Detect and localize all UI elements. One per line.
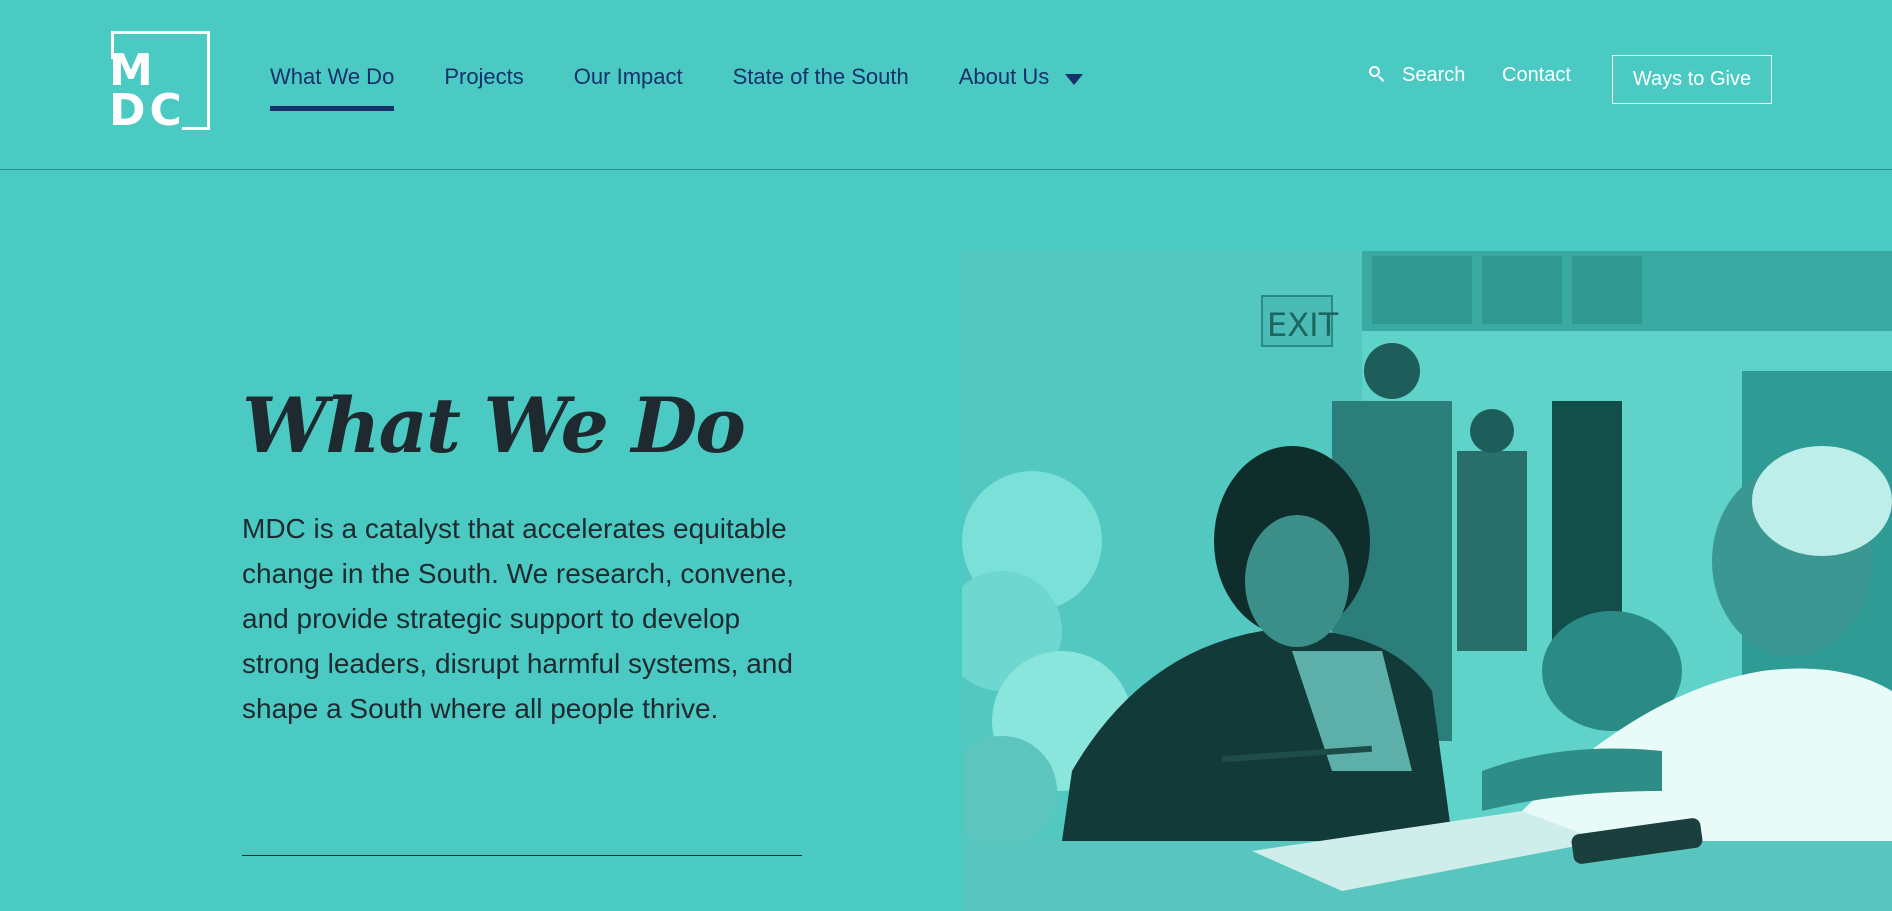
logo-text-line2: DC	[109, 85, 186, 136]
nav-item-label: What We Do	[270, 64, 395, 89]
ways-to-give-label: Ways to Give	[1632, 68, 1752, 90]
exit-sign-text: EXIT	[1267, 306, 1339, 344]
hero-photo: EXIT	[962, 251, 1892, 911]
chevron-down-icon[interactable]	[1065, 74, 1084, 85]
nav-item-state-of-the-south[interactable]: State of the South	[733, 64, 909, 114]
nav-item-about-us[interactable]: About Us	[959, 64, 1084, 114]
section-divider	[242, 855, 802, 856]
search-icon	[1368, 65, 1388, 86]
search-label: Search	[1402, 64, 1466, 86]
contact-link[interactable]: Contact	[1502, 64, 1571, 87]
page-title: What We Do	[242, 381, 746, 470]
nav-item-our-impact[interactable]: Our Impact	[574, 64, 683, 114]
search-link[interactable]: Search	[1368, 64, 1465, 87]
nav-item-label: State of the South	[732, 64, 909, 89]
ways-to-give-button[interactable]: Ways to Give	[1612, 55, 1772, 104]
contact-label: Contact	[1502, 64, 1571, 86]
mdc-logo[interactable]: M DC	[109, 31, 210, 136]
main-nav: What We Do Projects Our Impact State of …	[270, 64, 1133, 114]
nav-item-label: About Us	[958, 64, 1050, 89]
nav-item-what-we-do[interactable]: What We Do	[270, 64, 395, 114]
hero-photo-illustration: EXIT	[962, 251, 1892, 911]
nav-item-label: Projects	[444, 64, 524, 89]
nav-item-projects[interactable]: Projects	[444, 64, 523, 114]
nav-item-label: Our Impact	[573, 64, 683, 89]
site-header: M DC What We Do Projects Our Impact Stat…	[0, 0, 1892, 170]
intro-paragraph: MDC is a catalyst that accelerates equit…	[242, 513, 795, 724]
logo-frame-bottom	[182, 127, 210, 130]
